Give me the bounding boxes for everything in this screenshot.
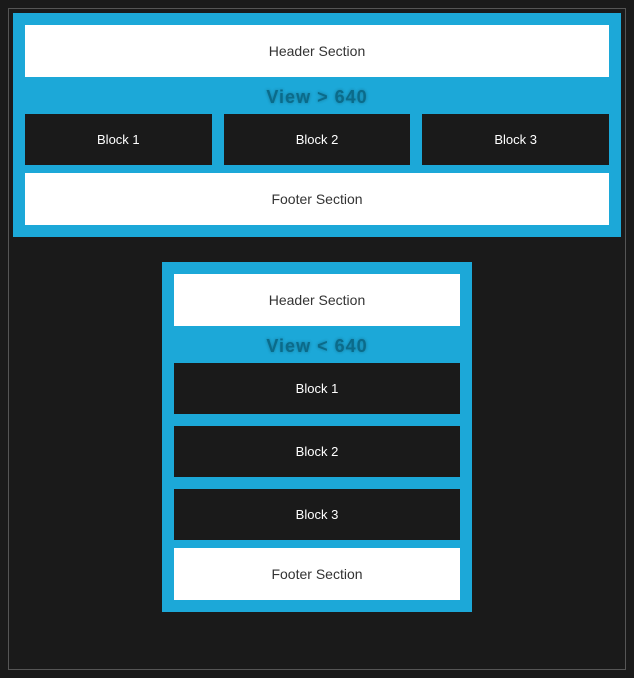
block-2: Block 2 bbox=[224, 114, 411, 165]
view-label-wide: View > 640 bbox=[25, 85, 609, 114]
block-2: Block 2 bbox=[174, 426, 460, 477]
page-container: Header Section View > 640 Block 1 Block … bbox=[8, 8, 626, 670]
block-1: Block 1 bbox=[25, 114, 212, 165]
footer-section: Footer Section bbox=[174, 548, 460, 600]
layout-wide: Header Section View > 640 Block 1 Block … bbox=[13, 13, 621, 237]
block-1: Block 1 bbox=[174, 363, 460, 414]
view-label-narrow: View < 640 bbox=[174, 334, 460, 363]
blocks-row: Block 1 Block 2 Block 3 bbox=[25, 114, 609, 165]
blocks-column: Block 1 Block 2 Block 3 bbox=[174, 363, 460, 540]
header-section: Header Section bbox=[25, 25, 609, 77]
block-3: Block 3 bbox=[174, 489, 460, 540]
block-3: Block 3 bbox=[422, 114, 609, 165]
layout-narrow: Header Section View < 640 Block 1 Block … bbox=[162, 262, 472, 612]
footer-section: Footer Section bbox=[25, 173, 609, 225]
header-section: Header Section bbox=[174, 274, 460, 326]
